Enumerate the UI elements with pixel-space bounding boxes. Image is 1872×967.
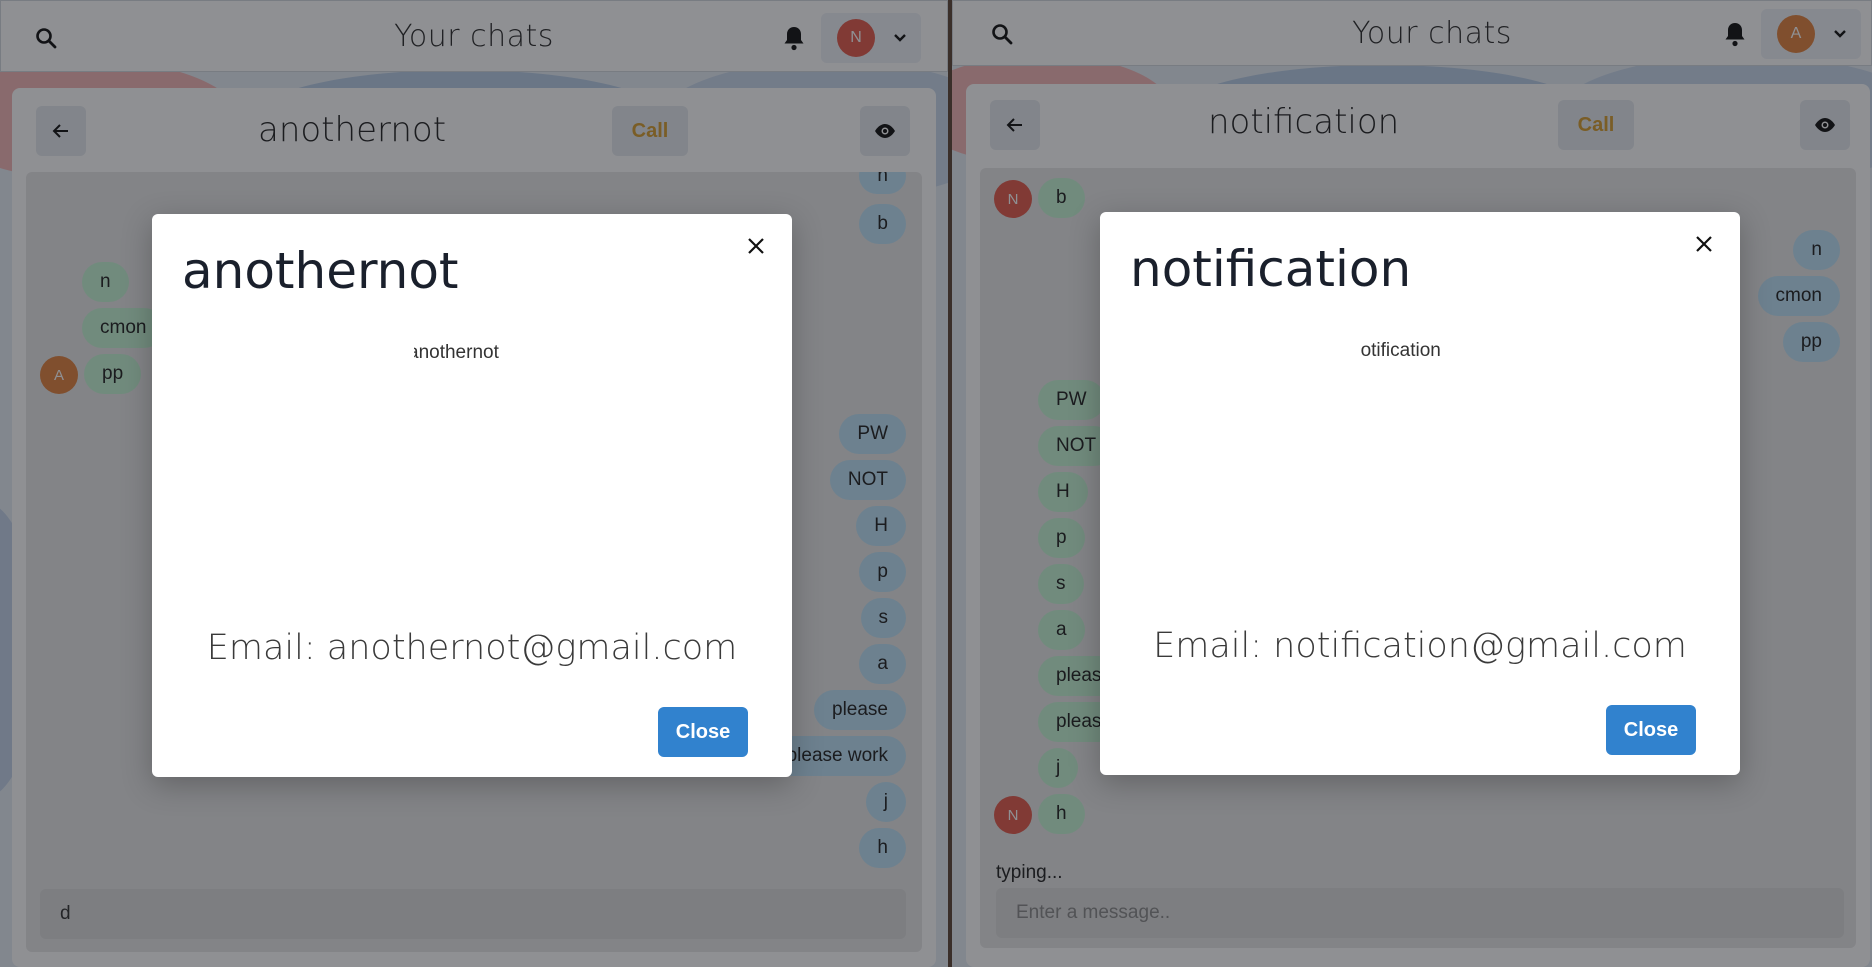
left-window: Your chats N anothernot Call n b n cmon …: [0, 0, 948, 967]
modal-close-button[interactable]: Close: [658, 707, 748, 757]
profile-modal: anothernot anothernot Email: anothernot@…: [152, 214, 792, 777]
profile-modal: notification notification Email: notific…: [1100, 212, 1740, 775]
modal-title: anothernot: [182, 242, 459, 300]
modal-email: Email: notification@gmail.com: [1153, 626, 1687, 666]
profile-image: anothernot: [414, 342, 499, 363]
modal-close-button[interactable]: Close: [1606, 705, 1696, 755]
close-icon[interactable]: [740, 230, 772, 262]
profile-image: notification: [1360, 340, 1441, 361]
modal-title: notification: [1130, 240, 1412, 298]
right-window: Your chats A notification Call N b n cmo…: [952, 0, 1872, 967]
close-icon[interactable]: [1688, 228, 1720, 260]
modal-email: Email: anothernot@gmail.com: [206, 628, 738, 668]
